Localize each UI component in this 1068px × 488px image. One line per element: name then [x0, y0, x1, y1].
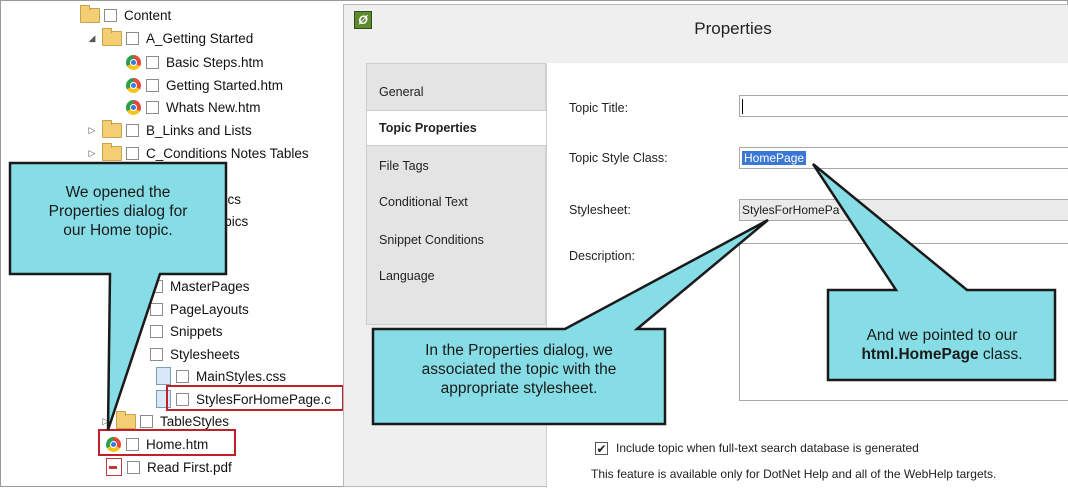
- tree-checkbox[interactable]: [126, 146, 139, 160]
- availability-note: This feature is available only for DotNe…: [591, 467, 997, 481]
- tree-item-b-links-lists[interactable]: ▷ B_Links and Lists: [86, 119, 252, 141]
- include-search-label: Include topic when full-text search data…: [616, 441, 919, 455]
- tab-list: General Topic Properties File Tags Condi…: [366, 63, 547, 325]
- tree-item-label: Getting Started.htm: [166, 77, 284, 93]
- highlight-home-topic: [98, 429, 236, 456]
- tree-item-label: C_Conditions Notes Tables: [146, 145, 309, 161]
- tree-checkbox[interactable]: [150, 347, 163, 361]
- tree-item-a-getting-started[interactable]: ◢ A_Getting Started: [86, 27, 253, 49]
- callout-left-text: We opened the Properties dialog for our …: [14, 183, 222, 240]
- callout-right-suffix: class.: [978, 346, 1023, 363]
- tree-item-content[interactable]: Content: [80, 4, 171, 26]
- tree-item-label: MainStyles.css: [196, 368, 287, 384]
- tree-item-label: MasterPages: [170, 278, 250, 294]
- callout-right-text: And we pointed to our html.HomePage clas…: [832, 326, 1052, 364]
- callout-right-line-2: html.HomePage class.: [832, 345, 1052, 364]
- tree-checkbox[interactable]: [126, 31, 139, 45]
- tree-item-mainstyles-css[interactable]: MainStyles.css: [156, 365, 286, 387]
- callout-left-line-3: our Home topic.: [63, 222, 173, 239]
- tab-file-tags[interactable]: File Tags: [367, 148, 547, 184]
- folder-open-icon: [102, 27, 122, 46]
- tab-topic-properties[interactable]: Topic Properties: [367, 110, 547, 146]
- style-class-label: Topic Style Class:: [569, 151, 668, 165]
- callout-middle-line-2: associated the topic with the: [421, 361, 617, 378]
- pdf-file-icon: [106, 458, 122, 476]
- expand-arrow-icon[interactable]: ▷: [86, 148, 98, 159]
- tree-item-label: A_Getting Started: [146, 30, 254, 46]
- callout-right-class-name: html.HomePage: [861, 346, 979, 363]
- tree-checkbox[interactable]: [176, 369, 189, 383]
- style-class-input[interactable]: HomePage: [739, 147, 1068, 169]
- tree-item-stylesheets[interactable]: Stylesheets: [150, 343, 240, 365]
- tree-item-label: Whats New.htm: [166, 99, 261, 115]
- tree-item-label: TableStyles: [160, 413, 230, 429]
- tree-item-label: B_Links and Lists: [146, 122, 252, 138]
- folder-icon: [116, 410, 136, 429]
- content-explorer-tree: Content ◢ A_Getting Started Basic Steps.…: [60, 0, 350, 487]
- dialog-title: Properties: [694, 19, 772, 38]
- include-search-checkbox[interactable]: ✔: [595, 441, 608, 455]
- tree-item-pagelayouts[interactable]: PageLayouts: [150, 298, 249, 320]
- dialog-title-bar: Ø Properties: [344, 5, 1068, 51]
- callout-left-line-2: Properties dialog for: [48, 203, 188, 220]
- tree-checkbox[interactable]: [150, 279, 163, 293]
- tree-checkbox[interactable]: [150, 324, 163, 338]
- tree-item-whats-new[interactable]: Whats New.htm: [126, 96, 261, 118]
- callout-right-line-1: And we pointed to our: [866, 327, 1018, 344]
- highlight-stylesheet-file: [166, 385, 344, 411]
- text-cursor: [742, 99, 743, 115]
- tree-checkbox[interactable]: [146, 78, 159, 92]
- tree-item-c-conditions[interactable]: ▷ C_Conditions Notes Tables: [86, 142, 309, 164]
- tree-item-read-first-pdf[interactable]: Read First.pdf: [106, 456, 232, 478]
- topic-title-input[interactable]: [739, 95, 1068, 117]
- topic-properties-panel: Topic Title: Topic Style Class: HomePage…: [546, 63, 1068, 488]
- style-class-value: HomePage: [742, 151, 807, 165]
- tree-checkbox[interactable]: [126, 123, 139, 137]
- tree-item-label: PageLayouts: [170, 301, 249, 317]
- stylesheet-select[interactable]: StylesForHomePa: [739, 199, 1068, 221]
- tree-item-getting-started[interactable]: Getting Started.htm: [126, 74, 283, 96]
- tree-checkbox[interactable]: [127, 460, 140, 474]
- tab-snippet-conditions[interactable]: Snippet Conditions: [367, 222, 547, 258]
- tab-conditional-text[interactable]: Conditional Text: [367, 184, 547, 220]
- include-search-checkbox-row[interactable]: ✔ Include topic when full-text search da…: [595, 441, 919, 455]
- stylesheet-label: Stylesheet:: [569, 203, 631, 217]
- tree-item-label: Stylesheets: [170, 346, 240, 362]
- expand-arrow-icon[interactable]: ▷: [86, 125, 98, 136]
- callout-middle-line-1: In the Properties dialog, we: [425, 342, 613, 359]
- tree-item-masterpages[interactable]: MasterPages: [150, 275, 250, 297]
- callout-left-line-1: We opened the: [65, 184, 171, 201]
- tree-item-snippets[interactable]: Snippets: [150, 320, 223, 342]
- tab-general[interactable]: General: [367, 74, 547, 110]
- tree-item-label: Snippets: [170, 323, 223, 339]
- chrome-browser-icon: [126, 77, 141, 93]
- stylesheet-value: StylesForHomePa: [742, 203, 840, 217]
- chrome-browser-icon: [126, 99, 141, 115]
- callout-middle-line-3: appropriate stylesheet.: [440, 380, 598, 397]
- tree-checkbox[interactable]: [140, 414, 153, 428]
- expand-arrow-icon[interactable]: ▷: [100, 416, 112, 427]
- tree-checkbox[interactable]: [150, 302, 163, 316]
- tree-checkbox[interactable]: [104, 8, 117, 22]
- description-textarea[interactable]: [739, 243, 1068, 401]
- folder-icon: [102, 142, 122, 161]
- topic-title-label: Topic Title:: [569, 101, 629, 115]
- tree-item-label: Content: [124, 7, 172, 23]
- tree-item-label: Read First.pdf: [147, 459, 232, 475]
- folder-icon: [80, 4, 100, 23]
- callout-middle-text: In the Properties dialog, we associated …: [378, 341, 660, 398]
- folder-icon: [102, 119, 122, 138]
- properties-dialog: Ø Properties General Topic Properties Fi…: [343, 4, 1068, 488]
- tree-checkbox[interactable]: [146, 100, 159, 114]
- tree-item-label: Basic Steps.htm: [166, 54, 264, 70]
- css-file-icon: [156, 367, 171, 385]
- tab-language[interactable]: Language: [367, 258, 547, 294]
- tree-checkbox[interactable]: [146, 55, 159, 69]
- tree-item-basic-steps[interactable]: Basic Steps.htm: [126, 51, 264, 73]
- collapse-arrow-icon[interactable]: ◢: [86, 33, 98, 44]
- chrome-browser-icon: [126, 54, 141, 70]
- description-label: Description:: [569, 249, 635, 263]
